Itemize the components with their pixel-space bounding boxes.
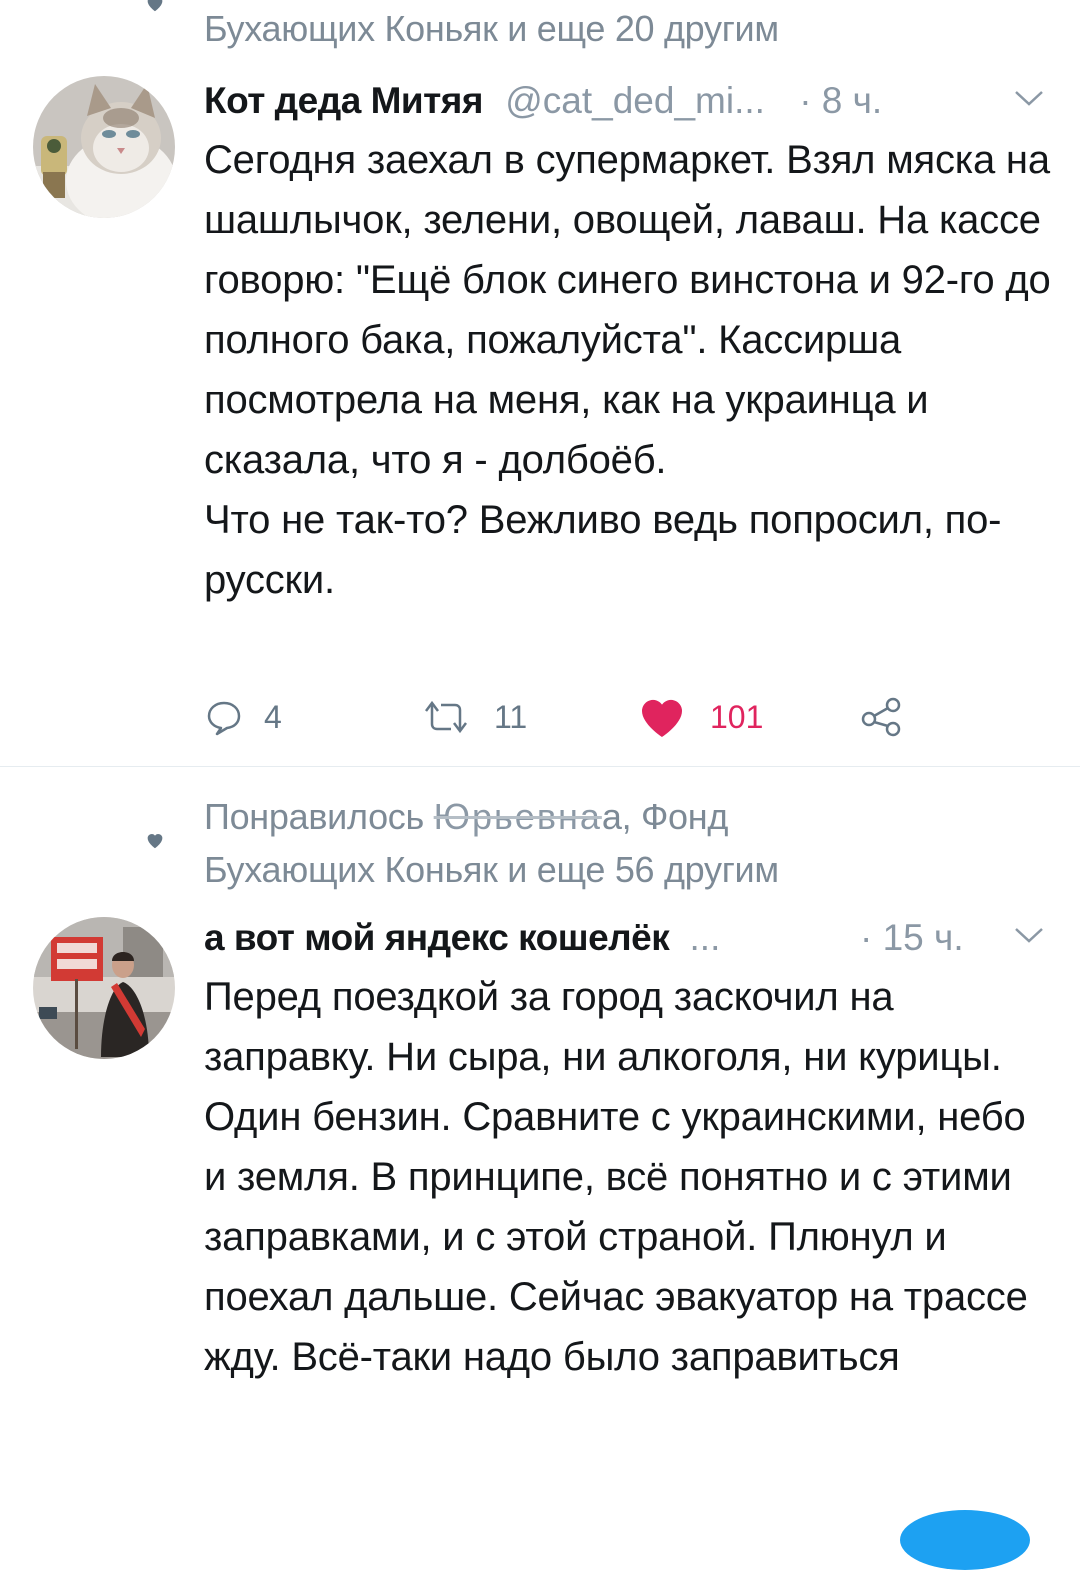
social-context-suffix: а, Фонд <box>601 796 729 837</box>
like-button[interactable]: 101 <box>638 690 763 744</box>
action-bar: 4 11 101 <box>204 690 964 744</box>
social-context-prefix: Понравилось <box>204 796 424 837</box>
display-name[interactable]: Кот деда Митяя <box>204 80 483 121</box>
share-button[interactable] <box>860 690 904 744</box>
heart-icon <box>147 0 163 12</box>
chevron-down-icon[interactable] <box>1014 925 1044 945</box>
timestamp[interactable]: · 8 ч. <box>799 80 882 121</box>
reply-icon <box>207 701 241 736</box>
tweet-card[interactable]: Бухающих Коньяк и еще 20 другим Кот деда… <box>0 0 1080 766</box>
avatar[interactable] <box>33 917 175 1059</box>
handle[interactable]: ... <box>690 917 721 958</box>
share-icon <box>861 697 901 737</box>
tweet-header: Кот деда Митяя @cat_ded_mi... · 8 ч. <box>204 76 1054 126</box>
social-context-line2: Бухающих Коньяк и еще 56 другим <box>204 849 779 890</box>
protest-photo-avatar-icon <box>33 917 175 1059</box>
like-count: 101 <box>710 698 764 735</box>
heart-icon <box>147 834 163 849</box>
tweet-text: Перед поездкой за город заскочил на запр… <box>204 975 1028 1379</box>
blurred-name[interactable]: Юрьевна <box>434 796 602 837</box>
retweet-button[interactable]: 11 <box>422 690 527 744</box>
display-name[interactable]: а вот мой яндекс кошелёк <box>204 917 670 958</box>
chevron-down-icon[interactable] <box>1014 88 1044 108</box>
social-context: Понравилось Юрьевнаа, Фонд <box>204 792 728 842</box>
cat-avatar-icon <box>33 76 175 218</box>
tweet-text: Сегодня заехал в супермаркет. Взял мяска… <box>204 138 1051 602</box>
heart-icon <box>641 699 683 737</box>
avatar[interactable] <box>33 76 175 218</box>
reply-button[interactable]: 4 <box>204 690 282 744</box>
timestamp[interactable]: · 15 ч. <box>860 913 964 963</box>
handle[interactable]: @cat_ded_mi... <box>505 80 765 121</box>
social-context: Бухающих Коньяк и еще 20 другим <box>204 8 779 49</box>
retweet-icon <box>425 700 467 734</box>
tweet-card[interactable]: Понравилось Юрьевнаа, Фонд Бухающих Конь… <box>0 767 1080 1530</box>
compose-button[interactable] <box>900 1510 1030 1570</box>
reply-count: 4 <box>264 698 282 735</box>
tweet-header: а вот мой яндекс кошелёк ... · 15 ч. <box>204 913 1054 963</box>
retweet-count: 11 <box>494 698 528 735</box>
